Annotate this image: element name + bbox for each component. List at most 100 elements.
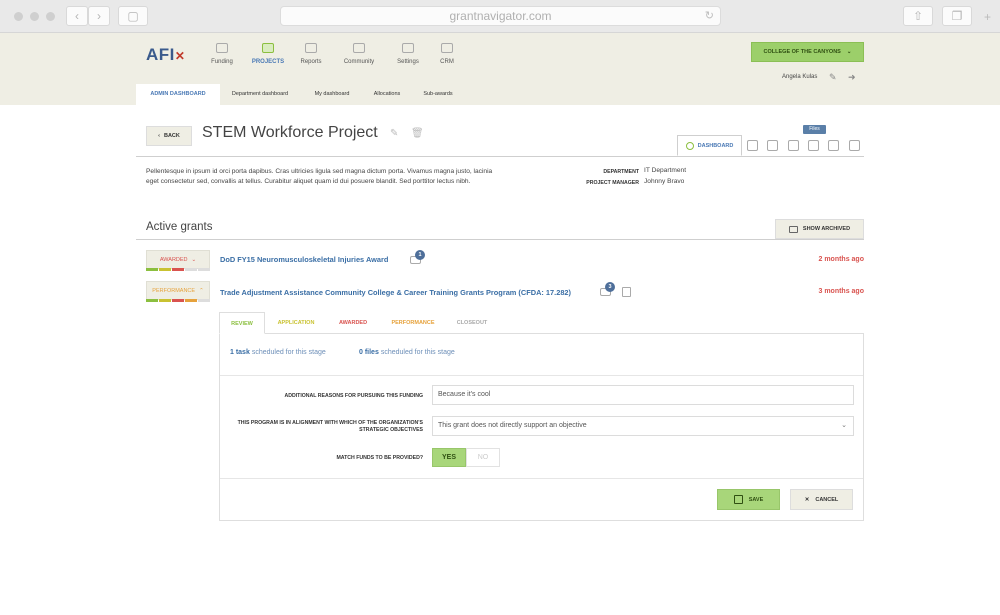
nav-reports[interactable]: Reports (288, 43, 334, 65)
nav-crm[interactable]: CRM (424, 43, 470, 65)
status-progress (146, 268, 210, 271)
window-minimize-dot[interactable] (30, 12, 39, 21)
status-label: PERFORMANCE (152, 287, 196, 294)
active-grants-heading: Active grants (146, 221, 213, 233)
project-description: Pellentesque in ipsum id orci porta dapi… (146, 168, 493, 185)
grant-title-link[interactable]: DoD FY15 Neuromusculoskeletal Injuries A… (220, 255, 388, 264)
browser-forward-button[interactable]: › (88, 6, 110, 26)
browser-back-button[interactable]: ‹ (66, 6, 88, 26)
grant-time: 3 months ago (818, 288, 864, 295)
form-divider (220, 375, 863, 376)
sidebar-toggle-icon[interactable]: ▢ (118, 6, 148, 26)
chevron-left-icon: ‹ (158, 133, 160, 139)
reports-icon (305, 43, 317, 53)
nav-funding[interactable]: Funding (199, 43, 245, 65)
nav-label: Funding (211, 59, 233, 65)
dashboard-icon (685, 141, 694, 150)
checklist-icon[interactable] (788, 140, 799, 151)
nav-projects[interactable]: PROJECTS (245, 43, 291, 65)
tab-my-dashboard[interactable]: My dashboard (306, 84, 358, 105)
manager-value: Johnny Bravo (644, 178, 685, 185)
stage-tab-awarded[interactable]: AWARDED (330, 312, 376, 334)
grant-status-performance[interactable]: PERFORMANCE ⌃ (146, 281, 210, 300)
logo-mark-icon: ✕ (174, 49, 186, 63)
match-yes-toggle[interactable]: YES (432, 448, 466, 467)
reload-icon[interactable]: ↻ (705, 7, 714, 25)
edit-profile-icon[interactable]: ✎ (829, 72, 837, 83)
save-button[interactable]: SAVE (717, 489, 780, 510)
community-icon (353, 43, 365, 53)
show-archived-label: SHOW ARCHIVED (802, 226, 851, 232)
grant-title-link[interactable]: Trade Adjustment Assistance Community Co… (220, 288, 571, 297)
address-bar[interactable]: grantnavigator.com ↻ (280, 6, 721, 26)
save-label: SAVE (748, 496, 764, 503)
dashboard-tab-label: DASHBOARD (697, 142, 734, 149)
alignment-select[interactable]: This grant does not directly support an … (432, 416, 854, 436)
document-icon[interactable] (622, 287, 631, 297)
comment-count: 3 (605, 282, 615, 292)
afi-logo[interactable]: AFI✕ (146, 45, 185, 65)
reasons-input[interactable]: Because it's cool (432, 385, 854, 405)
window-zoom-dot[interactable] (46, 12, 55, 21)
reasons-label: ADDITIONAL REASONS FOR PURSUING THIS FUN… (284, 393, 423, 399)
user-name: Angela Kulas (782, 74, 818, 80)
close-icon: ✕ (804, 496, 810, 503)
grants-divider (136, 239, 864, 240)
team-icon[interactable] (747, 140, 758, 151)
budget-icon[interactable] (828, 140, 839, 151)
nav-label: CRM (440, 59, 454, 65)
tab-allocations[interactable]: Allocations (366, 84, 408, 105)
tab-admin-dashboard[interactable]: ADMIN DASHBOARD (136, 84, 220, 105)
alignment-value: This grant does not directly support an … (438, 422, 587, 429)
share-icon[interactable]: ⇧ (903, 6, 933, 26)
chevron-down-icon: ⌄ (191, 256, 197, 263)
tabs-icon[interactable]: ❐ (942, 6, 972, 26)
comments-icon[interactable]: 3 (600, 282, 615, 296)
files-scheduled[interactable]: 0 files scheduled for this stage (359, 349, 455, 356)
archive-icon (788, 225, 798, 233)
chevron-down-icon: ⌄ (841, 422, 847, 429)
new-tab-icon[interactable]: + (984, 10, 991, 24)
window-close-dot[interactable] (14, 12, 23, 21)
match-no-toggle[interactable]: NO (466, 448, 500, 467)
comment-count: 1 (415, 250, 425, 260)
stage-tab-application[interactable]: APPLICATION (268, 312, 324, 334)
cancel-label: CANCEL (815, 496, 839, 503)
gear-icon (402, 43, 414, 53)
tasks-count: 1 task (230, 349, 250, 356)
trash-icon[interactable]: 🗑 (411, 128, 424, 139)
status-progress (146, 299, 210, 302)
files-text: scheduled for this stage (380, 349, 455, 356)
project-title: STEM Workforce Project (202, 124, 378, 141)
files-count: 0 files (359, 349, 379, 356)
grant-status-awarded[interactable]: AWARDED ⌄ (146, 250, 210, 269)
tasks-scheduled[interactable]: 1 task scheduled for this stage (230, 349, 326, 356)
url-text: grantnavigator.com (449, 9, 552, 23)
nav-label: Community (343, 59, 375, 65)
college-selector[interactable]: COLLEGE OF THE CANYONS ⌄ (751, 42, 864, 62)
tab-department-dashboard[interactable]: Department dashboard (222, 84, 298, 105)
files-tooltip: Files (803, 125, 826, 134)
shield-icon[interactable] (767, 140, 778, 151)
crm-icon (441, 43, 453, 53)
tasks-text: scheduled for this stage (251, 349, 326, 356)
tab-sub-awards[interactable]: Sub-awards (416, 84, 460, 105)
nav-community[interactable]: Community (336, 43, 382, 65)
chart-icon[interactable] (849, 140, 860, 151)
back-button[interactable]: ‹ BACK (146, 126, 192, 146)
stage-tab-review[interactable]: REVIEW (219, 312, 265, 334)
grant-time: 2 months ago (818, 256, 864, 263)
title-divider (136, 156, 864, 157)
tab-dashboard[interactable]: DASHBOARD (677, 135, 742, 156)
browser-chrome: ‹ › ▢ grantnavigator.com ↻ ⇧ ❐ + (0, 0, 1000, 33)
stage-tab-closeout[interactable]: CLOSEOUT (449, 312, 495, 334)
comments-icon[interactable]: 1 (410, 250, 425, 264)
manager-label: PROJECT MANAGER (586, 180, 639, 186)
stage-tab-performance[interactable]: PERFORMANCE (382, 312, 444, 334)
edit-icon[interactable]: ✎ (390, 128, 398, 139)
show-archived-button[interactable]: SHOW ARCHIVED (775, 219, 864, 239)
logout-icon[interactable]: ➜ (848, 72, 856, 83)
files-icon[interactable] (808, 140, 819, 151)
save-icon (733, 495, 743, 504)
cancel-button[interactable]: ✕ CANCEL (790, 489, 853, 510)
